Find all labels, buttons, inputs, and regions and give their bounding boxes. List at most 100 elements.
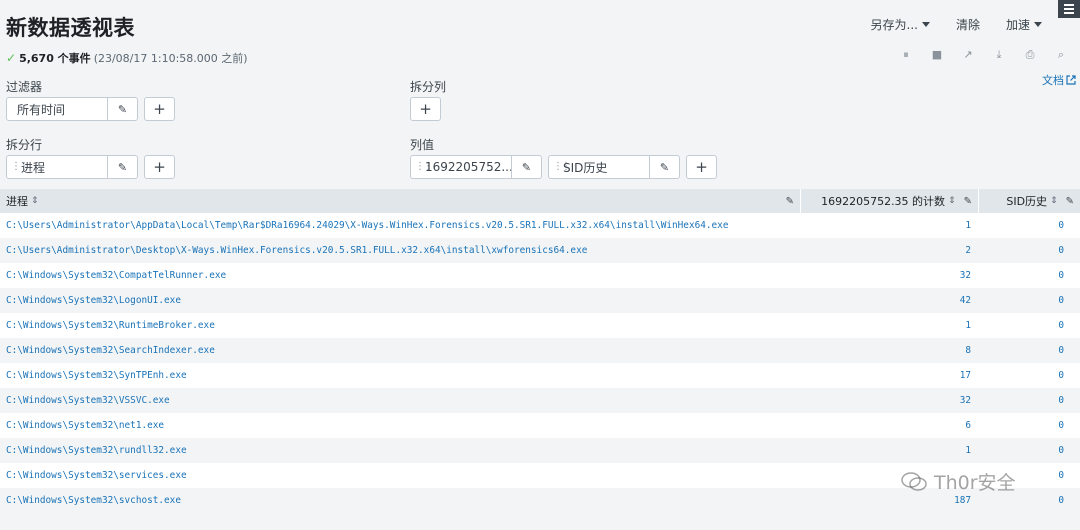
column-value-pill-2[interactable]: ⋮⋮ SID历史 ✎ [548,155,680,179]
table-row: C:\Windows\System32\RuntimeBroker.exe 1 0 [0,313,1080,338]
split-rows-label: 拆分行 [6,138,43,152]
sort-icon[interactable]: ⇕ [948,196,956,206]
add-column-value-button[interactable]: + [686,155,717,179]
process-cell[interactable]: C:\Windows\System32\CompatTelRunner.exe [0,270,801,281]
filter-value: 所有时间 [17,102,66,117]
docs-label: 文档 [1042,74,1064,87]
process-cell[interactable]: C:\Windows\System32\RuntimeBroker.exe [0,320,801,331]
table-row: C:\Windows\System32\net1.exe 6 0 [0,413,1080,438]
sid-cell[interactable]: 0 [979,370,1080,381]
docs-link[interactable]: 文档 [1042,72,1076,88]
sid-cell[interactable]: 0 [979,245,1080,256]
drag-handle-icon[interactable]: ⋮⋮ [7,162,29,172]
table-header: 进程 ⇕ ✎ 1692205752.35 的计数 ⇕ ✎ SID历史 ⇕ ✎ [0,189,1080,213]
table-row: C:\Windows\System32\services.exe 0 [0,463,1080,488]
process-cell[interactable]: C:\Windows\System32\LogonUI.exe [0,295,801,306]
export-icon[interactable]: ⤓ [992,48,1006,62]
process-cell[interactable]: C:\Windows\System32\SearchIndexer.exe [0,345,801,356]
hamburger-menu-icon[interactable] [1058,0,1080,18]
column-header-label: SID历史 [1006,195,1048,208]
filters-label: 过滤器 [6,80,43,94]
search-icon[interactable]: ⌕ [1054,48,1068,62]
pivot-page: 新数据透视表 另存为... 清除 加速 ✓ 5,670 个事件 (23/08/1… [0,0,1080,530]
plus-icon: + [695,158,708,176]
pencil-icon[interactable]: ✎ [1066,196,1074,207]
save-as-label: 另存为... [870,18,918,32]
table-row: C:\Windows\System32\CompatTelRunner.exe 3… [0,263,1080,288]
drag-handle-icon[interactable]: ⋮⋮ [411,162,433,172]
pencil-icon[interactable]: ✎ [964,196,972,207]
plus-icon: + [153,158,166,176]
count-cell[interactable]: 1 [801,445,979,456]
sid-cell[interactable]: 0 [979,345,1080,356]
save-as-button[interactable]: 另存为... [871,16,930,33]
process-cell[interactable]: C:\Windows\System32\services.exe [0,470,801,481]
count-cell[interactable]: 6 [801,420,979,431]
count-cell[interactable]: 32 [801,270,979,281]
sid-cell[interactable]: 0 [979,470,1080,481]
column-value-pill-1[interactable]: ⋮⋮ 1692205752.... ✎ [410,155,542,179]
pencil-icon[interactable]: ✎ [786,196,794,207]
process-cell[interactable]: C:\Windows\System32\SynTPEnh.exe [0,370,801,381]
sid-cell[interactable]: 0 [979,445,1080,456]
add-split-row-button[interactable]: + [144,155,175,179]
table-row: C:\Windows\System32\LogonUI.exe 42 0 [0,288,1080,313]
count-cell[interactable]: 187 [801,495,979,506]
check-icon: ✓ [6,51,17,65]
process-cell[interactable]: C:\Users\Administrator\AppData\Local\Tem… [0,220,801,231]
sid-cell[interactable]: 0 [979,220,1080,231]
sid-cell[interactable]: 0 [979,320,1080,331]
event-count: 5,670 个事件 [19,52,91,65]
plus-icon: + [419,100,432,118]
stop-icon[interactable]: ■ [930,48,944,62]
drag-handle-icon[interactable]: ⋮⋮ [549,162,571,172]
share-icon[interactable]: ↗ [961,48,975,62]
count-cell[interactable]: 8 [801,345,979,356]
sort-icon[interactable]: ⇕ [1050,196,1058,206]
accelerate-button[interactable]: 加速 [1006,16,1042,33]
filter-pill[interactable]: 所有时间 ✎ [6,97,138,121]
column-header-count[interactable]: 1692205752.35 的计数 ⇕ ✎ [801,189,979,213]
count-cell[interactable]: 2 [801,245,979,256]
sid-cell[interactable]: 0 [979,420,1080,431]
clear-button[interactable]: 清除 [956,16,980,33]
process-cell[interactable]: C:\Windows\System32\VSSVC.exe [0,395,801,406]
column-header-sid[interactable]: SID历史 ⇕ ✎ [979,189,1080,213]
print-icon[interactable]: ⎙ [1023,48,1037,62]
event-time: (23/08/17 1:10:58.000 之前) [93,52,248,65]
split-row-value: 进程 [21,160,46,175]
count-cell[interactable]: 32 [801,395,979,406]
add-split-column-button[interactable]: + [410,97,441,121]
pencil-icon[interactable]: ✎ [511,156,541,178]
clear-label: 清除 [955,18,980,32]
pivot-table: 进程 ⇕ ✎ 1692205752.35 的计数 ⇕ ✎ SID历史 ⇕ ✎ C… [0,189,1080,513]
pause-icon[interactable]: ⏸ [899,48,913,62]
split-columns-label: 拆分列 [410,80,447,94]
table-row: C:\Windows\System32\SynTPEnh.exe 17 0 [0,363,1080,388]
split-row-pill[interactable]: ⋮⋮ 进程 ✎ [6,155,138,179]
table-row: C:\Users\Administrator\AppData\Local\Tem… [0,213,1080,238]
count-cell[interactable]: 42 [801,295,979,306]
pencil-icon[interactable]: ✎ [107,156,137,178]
count-cell[interactable]: 17 [801,370,979,381]
sid-cell[interactable]: 0 [979,395,1080,406]
sid-cell[interactable]: 0 [979,495,1080,506]
process-cell[interactable]: C:\Users\Administrator\Desktop\X-Ways.Wi… [0,245,801,256]
plus-icon: + [153,100,166,118]
process-cell[interactable]: C:\Windows\System32\rundll32.exe [0,445,801,456]
count-cell[interactable]: 1 [801,220,979,231]
column-values-label: 列值 [410,138,435,152]
sort-icon[interactable]: ⇕ [31,196,39,206]
header-actions: 另存为... 清除 加速 [871,16,1042,33]
sid-cell[interactable]: 0 [979,270,1080,281]
process-cell[interactable]: C:\Windows\System32\net1.exe [0,420,801,431]
job-status: ✓ 5,670 个事件 (23/08/17 1:10:58.000 之前) [6,50,248,66]
job-toolbar: ⏸ ■ ↗ ⤓ ⎙ ⌕ [899,48,1068,62]
pencil-icon[interactable]: ✎ [649,156,679,178]
process-cell[interactable]: C:\Windows\System32\svchost.exe [0,495,801,506]
add-filter-button[interactable]: + [144,97,175,121]
count-cell[interactable]: 1 [801,320,979,331]
column-header-process[interactable]: 进程 ⇕ ✎ [0,189,801,213]
sid-cell[interactable]: 0 [979,295,1080,306]
pencil-icon[interactable]: ✎ [107,98,137,120]
